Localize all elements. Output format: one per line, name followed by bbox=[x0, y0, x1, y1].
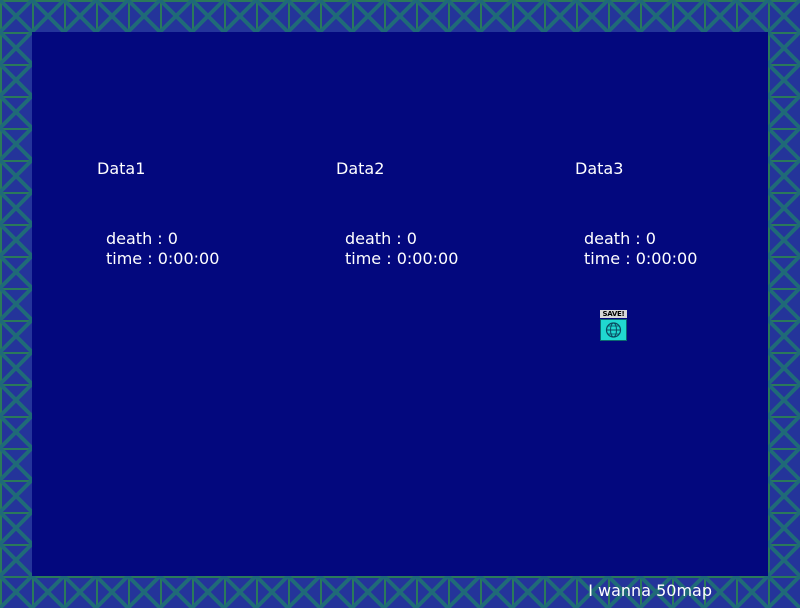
save-point-globe-icon: SAVE! bbox=[600, 310, 627, 342]
play-time: time : 0:00:00 bbox=[345, 249, 459, 268]
file-select-screen: Data1 death : 0 time : 0:00:00 Data2 dea… bbox=[32, 32, 768, 600]
death-count: death : 0 bbox=[584, 229, 656, 248]
death-count: death : 0 bbox=[106, 229, 178, 248]
slot-stats: death : 0 time : 0:00:00 bbox=[106, 229, 219, 269]
play-time: time : 0:00:00 bbox=[106, 249, 220, 268]
slot-title: Data1 bbox=[97, 159, 146, 178]
slot-stats: death : 0 time : 0:00:00 bbox=[345, 229, 458, 269]
globe-icon bbox=[605, 322, 622, 338]
death-count: death : 0 bbox=[345, 229, 417, 248]
slot-title: Data3 bbox=[575, 159, 624, 178]
play-time: time : 0:00:00 bbox=[584, 249, 698, 268]
save-label: SAVE! bbox=[600, 310, 627, 318]
slot-title: Data2 bbox=[336, 159, 385, 178]
game-title: I wanna 50map bbox=[588, 581, 712, 600]
slot-stats: death : 0 time : 0:00:00 bbox=[584, 229, 697, 269]
save-box bbox=[600, 319, 627, 341]
